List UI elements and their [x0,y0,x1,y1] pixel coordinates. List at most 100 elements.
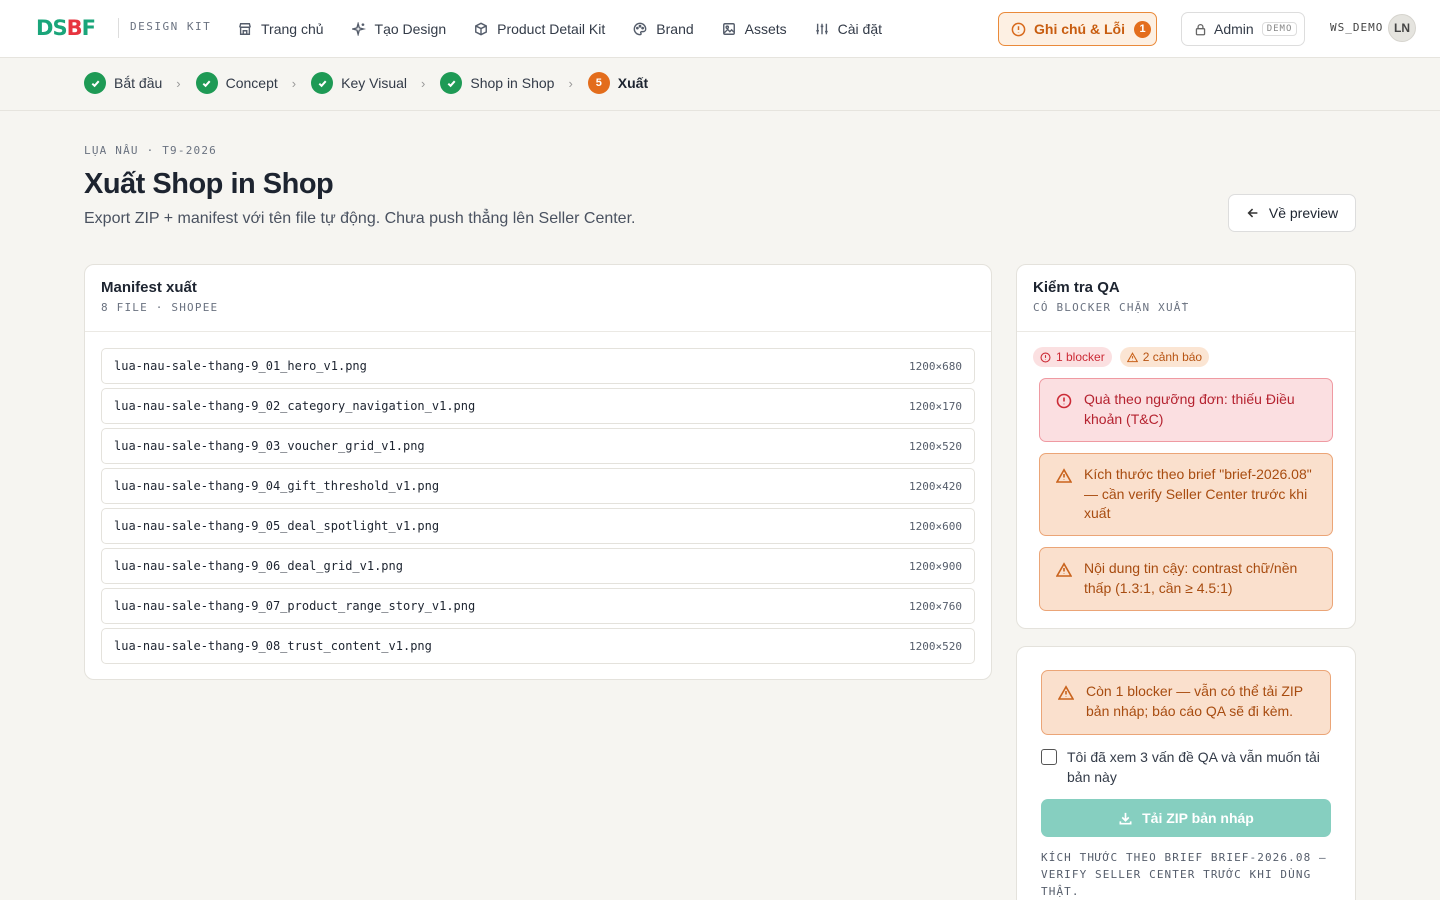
admin-button[interactable]: Admin DEMO [1181,12,1305,46]
nav-item-product-detail-kit[interactable]: Product Detail Kit [474,0,605,57]
manifest-card: Manifest xuất 8 FILE · SHOPEE lua-nau-sa… [84,264,992,680]
palette-icon [633,22,647,36]
confirm-qa-label: Tôi đã xem 3 vấn đề QA và vẫn muốn tải b… [1067,749,1320,785]
chevron-right-icon: › [291,75,297,91]
file-name: lua-nau-sale-thang-9_02_category_navigat… [114,399,476,413]
demo-tag: DEMO [1261,22,1298,36]
brand-logo[interactable]: DSBF [36,16,96,40]
check-icon [440,72,463,94]
alert-circle-icon [1011,22,1026,36]
admin-label: Admin [1214,21,1254,37]
file-row[interactable]: lua-nau-sale-thang-9_07_product_range_st… [101,588,975,624]
warning-count-label: 2 cảnh báo [1142,350,1203,364]
blocker-count-badge: 1 blocker [1033,347,1112,367]
qa-alert-blocker: Quà theo ngưỡng đơn: thiếu Điều khoản (T… [1039,378,1333,442]
chevron-right-icon: › [176,75,181,91]
qa-check-card: Kiểm tra QA CÓ BLOCKER CHẶN XUẤT 1 block… [1016,264,1356,629]
blocker-count-label: 1 blocker [1056,350,1105,364]
warning-triangle-icon [1058,685,1074,700]
qa-alert-text: Nội dung tin cậy: contrast chữ/nền thấp … [1084,560,1298,596]
check-icon [311,72,334,94]
manifest-title: Manifest xuất [101,279,197,296]
notes-errors-button[interactable]: Ghi chú & Lỗi 1 [998,12,1157,46]
step-shop-in-shop[interactable]: Shop in Shop [440,72,554,94]
nav-item-label: Assets [744,20,787,37]
qa-alert-warning: Nội dung tin cậy: contrast chữ/nền thấp … [1039,547,1333,611]
page-eyebrow: LỤA NÂU · T9-2026 [84,144,217,157]
file-row[interactable]: lua-nau-sale-thang-9_06_deal_grid_v1.png… [101,548,975,584]
file-name: lua-nau-sale-thang-9_03_voucher_grid_v1.… [114,439,425,453]
main-nav: Trang chủ Tạo Design Product Detail Kit … [238,0,910,57]
image-icon [722,22,736,36]
box-icon [474,22,488,36]
file-name: lua-nau-sale-thang-9_05_deal_spotlight_v… [114,519,440,533]
notes-errors-label: Ghi chú & Lỗi [1034,21,1125,37]
qa-alert-text: Kích thước theo brief "brief-2026.08" — … [1084,466,1312,521]
file-row[interactable]: lua-nau-sale-thang-9_05_deal_spotlight_v… [101,508,975,544]
file-name: lua-nau-sale-thang-9_07_product_range_st… [114,599,476,613]
lock-icon [1195,23,1206,35]
step-label: Shop in Shop [470,75,555,91]
step-start[interactable]: Bắt đầu [84,72,162,94]
step-key-visual[interactable]: Key Visual [311,72,407,94]
file-row[interactable]: lua-nau-sale-thang-9_04_gift_threshold_v… [101,468,975,504]
chevron-right-icon: › [568,75,573,91]
download-draft-zip-button[interactable]: Tải ZIP bản nháp [1041,799,1331,837]
file-dimensions: 1200×170 [909,399,962,413]
design-kit-label: DESIGN KIT [130,20,212,33]
nav-item-brand[interactable]: Brand [633,0,694,57]
alert-circle-icon [1056,393,1072,409]
back-to-preview-button[interactable]: Về preview [1228,194,1356,232]
file-row[interactable]: lua-nau-sale-thang-9_01_hero_v1.png 1200×… [101,348,975,384]
avatar[interactable]: LN [1388,14,1416,42]
notes-errors-count-badge: 1 [1134,20,1151,38]
progress-stepper: Bắt đầu › Concept › Key Visual › Shop in… [0,58,1440,111]
nav-item-create-design[interactable]: Tạo Design [351,0,446,57]
check-icon [84,72,106,94]
step-export[interactable]: 5 Xuất [587,72,649,94]
step-label: Concept [225,75,278,91]
step-number-badge: 5 [587,72,610,94]
file-row[interactable]: lua-nau-sale-thang-9_02_category_navigat… [101,388,975,424]
step-label: Xuất [617,75,649,91]
manifest-subtitle: 8 FILE · SHOPEE [101,301,219,314]
export-footnote: KÍCH THƯỚC THEO BRIEF BRIEF-2026.08 — VE… [1041,851,1327,898]
confirm-qa-checkbox[interactable] [1041,749,1057,765]
top-navigation-bar: DSBF DESIGN KIT Trang chủ Tạo Design Pro… [0,0,1440,58]
warning-triangle-icon [1126,351,1138,362]
warning-count-badge: 2 cảnh báo [1119,347,1210,367]
step-label: Key Visual [341,75,408,91]
nav-item-label: Brand [656,20,694,37]
chevron-right-icon: › [421,75,426,91]
nav-item-home[interactable]: Trang chủ [238,0,324,57]
step-concept[interactable]: Concept [195,72,278,94]
file-row[interactable]: lua-nau-sale-thang-9_08_trust_content_v1… [101,628,975,664]
sliders-icon [815,22,829,36]
confirm-qa-checkbox-row[interactable]: Tôi đã xem 3 vấn đề QA và vẫn muốn tải b… [1041,747,1331,787]
file-name: lua-nau-sale-thang-9_01_hero_v1.png [114,359,367,373]
export-warning-text: Còn 1 blocker — vẫn có thể tải ZIP bản n… [1086,683,1303,719]
alert-circle-icon [1040,351,1051,363]
qa-subtitle: CÓ BLOCKER CHẶN XUẤT [1033,301,1190,314]
file-dimensions: 1200×900 [909,559,962,573]
export-warning: Còn 1 blocker — vẫn có thể tải ZIP bản n… [1041,670,1331,735]
file-row[interactable]: lua-nau-sale-thang-9_03_voucher_grid_v1.… [101,428,975,464]
manifest-file-list: lua-nau-sale-thang-9_01_hero_v1.png 1200×… [85,332,991,664]
sparkle-icon [351,21,366,36]
nav-item-label: Product Detail Kit [497,20,606,37]
check-icon [195,72,218,94]
file-dimensions: 1200×680 [909,359,962,373]
file-name: lua-nau-sale-thang-9_04_gift_threshold_v… [114,479,440,493]
workspace-name: WS_DEMO [1330,21,1384,34]
file-name: lua-nau-sale-thang-9_06_deal_grid_v1.png [114,559,403,573]
warning-triangle-icon [1056,468,1072,483]
file-name: lua-nau-sale-thang-9_08_trust_content_v1… [114,639,432,653]
page-subtitle: Export ZIP + manifest với tên file tự độ… [84,210,636,227]
nav-item-assets[interactable]: Assets [722,0,787,57]
nav-item-settings[interactable]: Cài đặt [815,0,882,57]
qa-alert-text: Quà theo ngưỡng đơn: thiếu Điều khoản (T… [1084,391,1295,427]
file-dimensions: 1200×760 [909,599,962,613]
file-dimensions: 1200×600 [909,519,962,533]
qa-alert-warning: Kích thước theo brief "brief-2026.08" — … [1039,453,1333,536]
file-dimensions: 1200×520 [909,439,962,453]
